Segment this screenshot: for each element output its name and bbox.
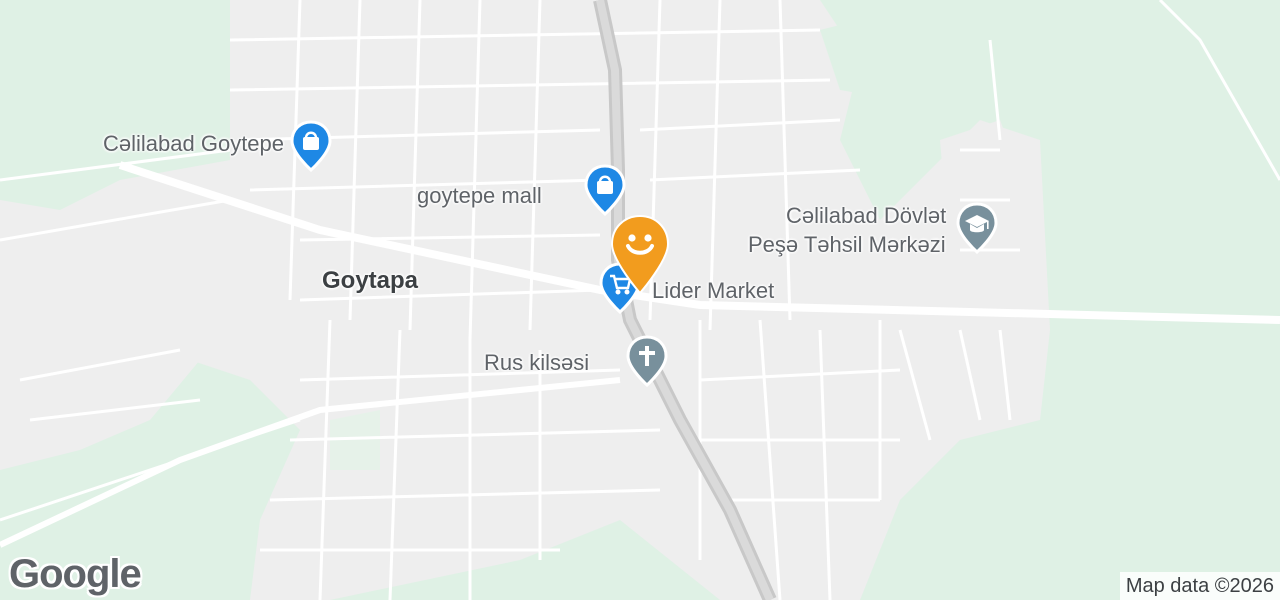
selected-location-marker[interactable]: [607, 213, 673, 297]
town-label-goytapa: Goytapa: [322, 267, 419, 294]
poi-label-pesa-tahsil-markazi[interactable]: Peşə Təhsil Mərkəzi: [748, 232, 946, 258]
poi-label-calilabad-goytepe[interactable]: Cəlilabad Goytepe: [103, 131, 284, 157]
poi-label-calilabad-dovlat[interactable]: Cəlilabad Dövlət: [786, 203, 946, 229]
poi-marker-goytepe-mall[interactable]: [583, 164, 627, 218]
poi-marker-calilabad-dovlat-pesa-tahsil-markazi[interactable]: [955, 202, 999, 256]
google-logo[interactable]: Google: [9, 552, 142, 597]
map-data-attribution[interactable]: Map data ©2026: [1119, 572, 1280, 600]
poi-marker-calilabad-goytepe[interactable]: [289, 120, 333, 174]
poi-label-rus-kilsasi[interactable]: Rus kilsəsi: [484, 350, 589, 376]
map-canvas[interactable]: Cəlilabad Goytepe goytepe mall Lider Mar…: [0, 0, 1280, 600]
poi-label-goytepe-mall[interactable]: goytepe mall: [417, 183, 542, 209]
poi-marker-rus-kilsasi[interactable]: [625, 335, 669, 389]
